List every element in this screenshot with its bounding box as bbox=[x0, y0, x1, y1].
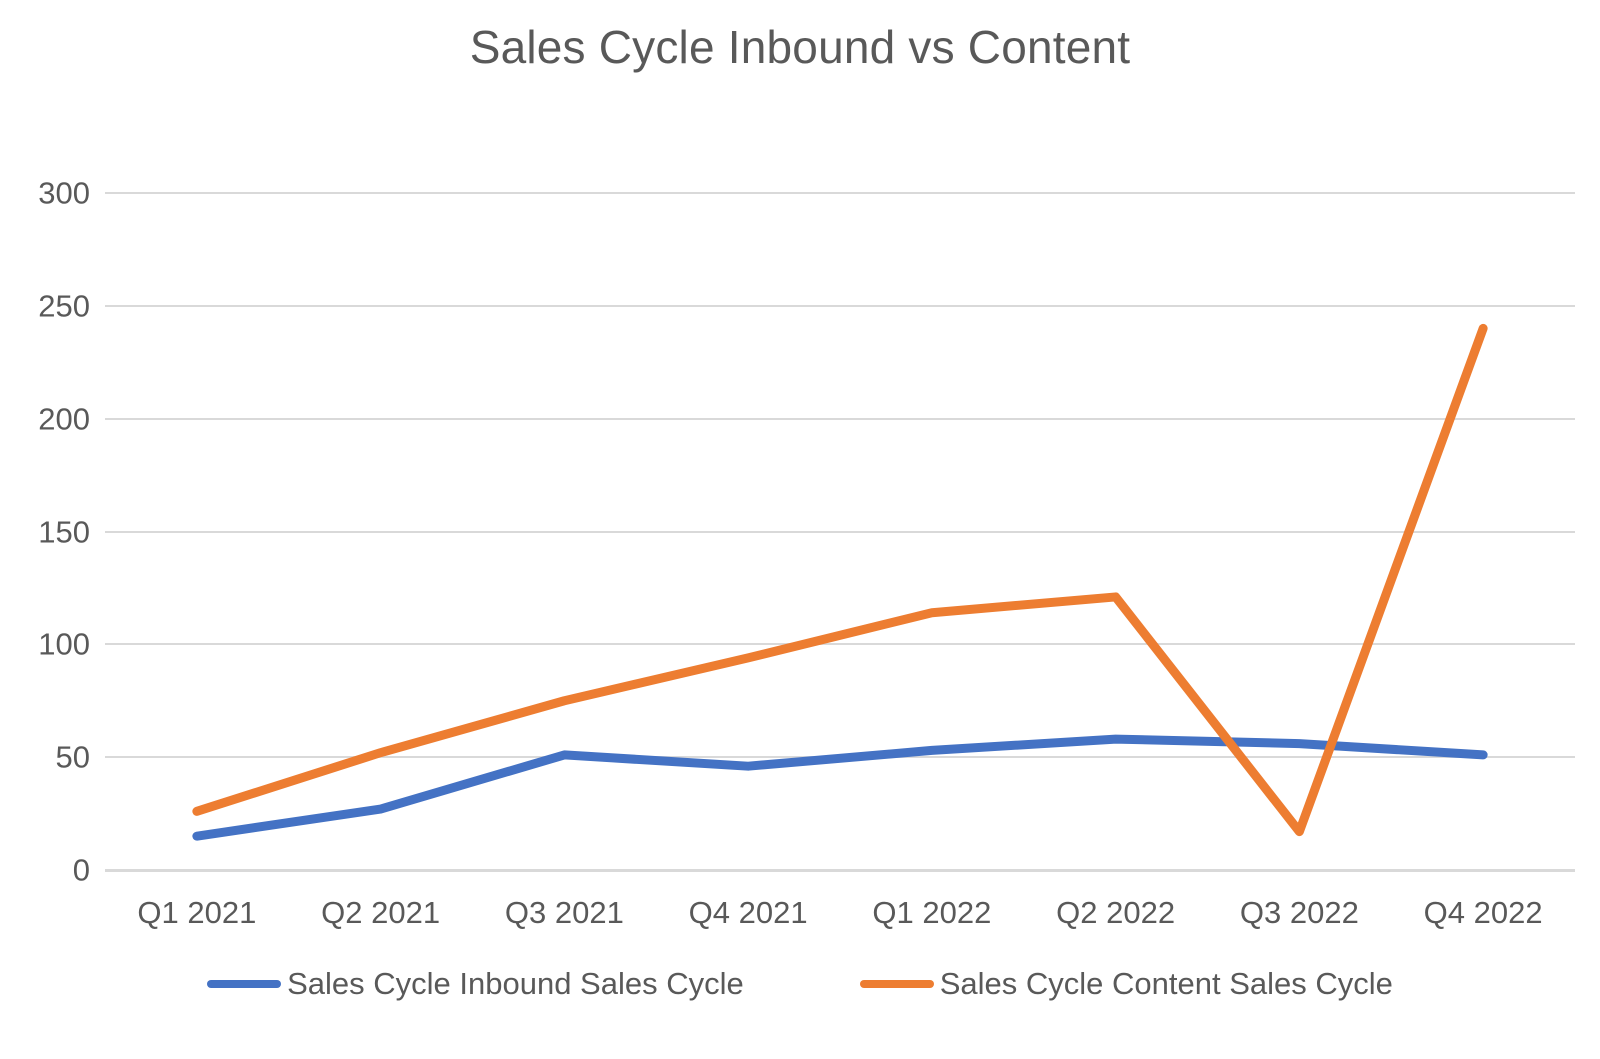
y-tick-label: 150 bbox=[38, 514, 90, 549]
y-axis: 0 50 100 150 200 250 300 bbox=[0, 178, 90, 886]
x-tick-label: Q3 2022 bbox=[1239, 895, 1359, 930]
legend-item[interactable]: Sales Cycle Content Sales Cycle bbox=[859, 966, 1393, 1001]
x-axis-line bbox=[105, 869, 1575, 872]
gridline bbox=[105, 530, 1575, 533]
x-tick-label: Q2 2022 bbox=[1056, 895, 1176, 930]
legend-item[interactable]: Sales Cycle Inbound Sales Cycle bbox=[207, 968, 744, 999]
gridline bbox=[105, 304, 1575, 307]
x-tick-label: Q2 2021 bbox=[321, 895, 441, 930]
chart-title: Sales Cycle Inbound vs Content bbox=[469, 21, 1131, 73]
y-tick-label: 300 bbox=[38, 175, 90, 211]
y-tick-label: 200 bbox=[38, 401, 90, 437]
legend-label: Sales Cycle Inbound Sales Cycle bbox=[287, 966, 744, 1001]
y-tick-label: 250 bbox=[38, 288, 90, 324]
gridline bbox=[105, 756, 1575, 759]
y-tick-label: 50 bbox=[55, 739, 90, 775]
x-tick-label: Q3 2021 bbox=[504, 895, 624, 930]
chart-legend: Sales Cycle Inbound Sales Cycle Sales Cyc… bbox=[0, 968, 1600, 999]
y-tick-label: 0 bbox=[72, 852, 90, 888]
x-tick-label: Q4 2022 bbox=[1423, 895, 1543, 930]
legend-swatch-icon bbox=[207, 979, 282, 988]
gridline bbox=[105, 417, 1575, 420]
y-tick-label: 100 bbox=[38, 626, 90, 662]
x-tick-label: Q4 2021 bbox=[688, 895, 808, 930]
x-tick-label: Q1 2021 bbox=[137, 895, 257, 930]
legend-label: Sales Cycle Content Sales Cycle bbox=[939, 966, 1393, 1001]
x-tick-label: Q1 2022 bbox=[872, 895, 992, 930]
chart-container: Sales Cycle Inbound vs Content 0 50 100 150… bbox=[0, 0, 1600, 1059]
gridline bbox=[105, 643, 1575, 646]
gridline bbox=[105, 192, 1575, 194]
legend-swatch-icon bbox=[859, 979, 934, 988]
plot-area bbox=[105, 192, 1575, 872]
x-axis: Q1 2021 Q2 2021 Q3 2021 Q4 2021 Q1 2022 Q2 20… bbox=[105, 893, 1575, 943]
